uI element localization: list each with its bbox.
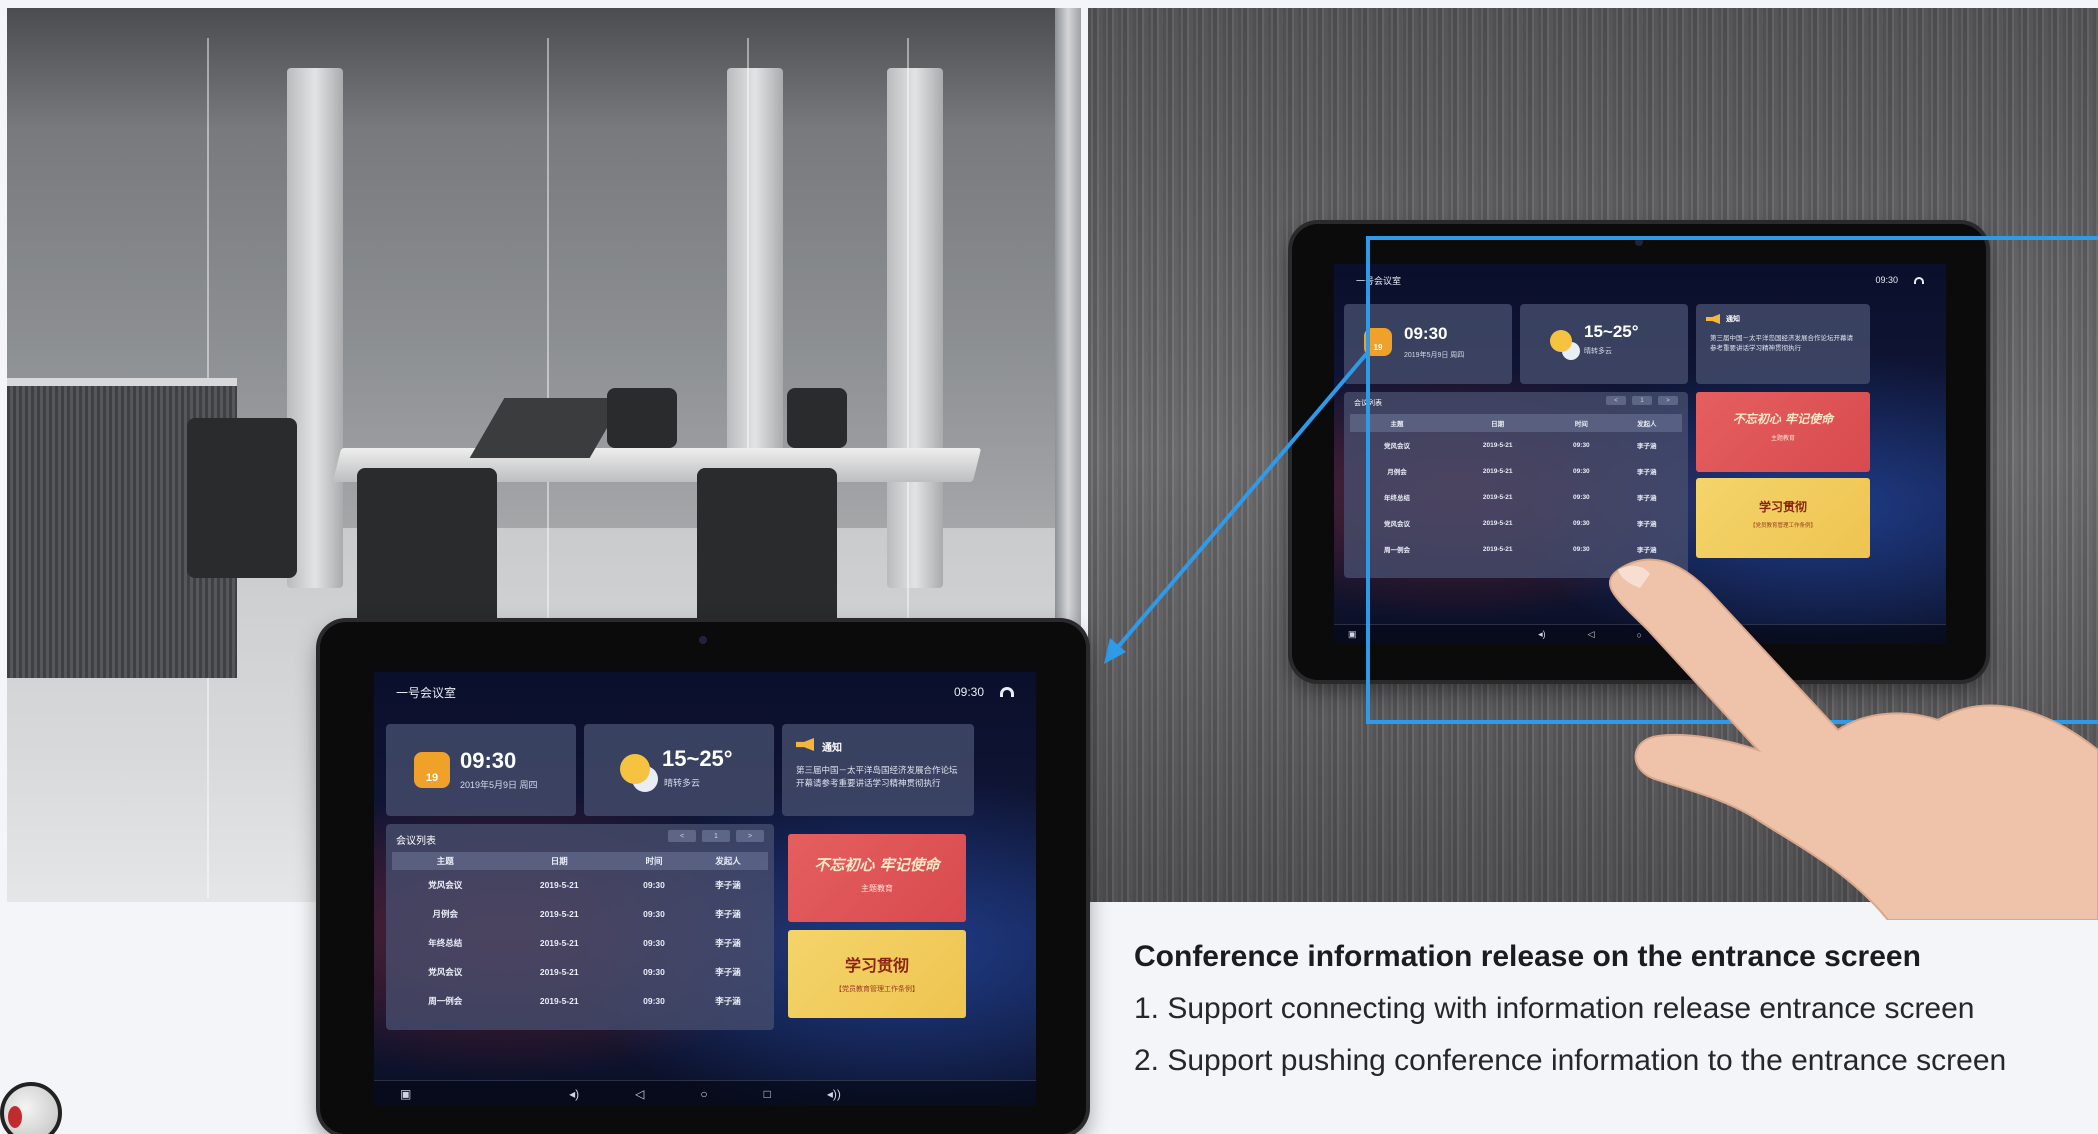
notice-card: 通知 第三届中国－太平洋岛国经济发展合作论坛开幕请参考重要讲话学习精神贯彻执行: [782, 724, 974, 816]
banner-study-sub: 【党员教育管理工作条例】: [835, 986, 919, 993]
desk-tablet-screen: 一号会议室 09:30 19 09:30 2019年5月9日 周四 15~25°…: [374, 672, 1036, 1106]
banner-study[interactable]: 学习贯彻 【党员教育管理工作条例】: [788, 930, 966, 1018]
banner-mission-headline: 不忘初心 牢记使命: [814, 856, 940, 874]
banner-study-headline: 学习贯彻: [844, 956, 909, 975]
stage: 一号会议室 09:30 19 09:30 2019年5月9日 周四 15~25°…: [0, 0, 2098, 1134]
caption-point-2: 2. Support pushing conference informatio…: [1134, 1044, 2007, 1077]
cell-time: 09:30: [643, 879, 665, 890]
table-row[interactable]: 周一例会 2019-5-21 09:30 李子涵: [392, 986, 768, 1015]
table-row[interactable]: 党风会议 2019-5-21 09:30 李子涵: [392, 957, 768, 986]
meeting-list-pager: < 1 >: [668, 830, 764, 842]
temperature-text: 15~25°: [662, 746, 733, 771]
notice-title: 通知: [822, 743, 842, 754]
cell-host: 李子涵: [715, 966, 741, 977]
room-name: 一号会议室: [396, 685, 457, 700]
calendar-icon: 19: [414, 752, 450, 788]
banner-mission-sub: 主题教育: [861, 884, 893, 893]
cell-time: 09:30: [643, 908, 665, 919]
caption-point-1: 1. Support connecting with information r…: [1134, 992, 1975, 1025]
cell-host: 李子涵: [715, 908, 741, 919]
screenshot-icon[interactable]: ▣: [1348, 629, 1357, 640]
col-header-topic: 主题: [392, 852, 499, 870]
brand-logo-icon: [0, 1082, 62, 1134]
pager-next-button[interactable]: >: [736, 830, 764, 842]
cell-time: 09:30: [643, 995, 665, 1006]
notice-body: 第三届中国－太平洋岛国经济发展合作论坛开幕请参考重要讲话学习精神贯彻执行: [796, 765, 958, 788]
time-card: 19 09:30 2019年5月9日 周四: [386, 724, 576, 816]
megaphone-icon: [796, 738, 814, 751]
meeting-list-card: 会议列表 < 1 > 主题 日期 时间 发起人 党风会议 2019-5-21 09:…: [386, 824, 774, 1030]
status-bar: 一号会议室 09:30: [374, 672, 1036, 712]
home-icon[interactable]: ○: [700, 1087, 707, 1101]
table-row[interactable]: 年终总结 2019-5-21 09:30 李子涵: [392, 928, 768, 957]
col-header-host: 发起人: [688, 852, 768, 870]
recents-icon[interactable]: □: [764, 1087, 771, 1101]
cell-topic: 党风会议: [428, 966, 463, 977]
col-header-time: 时间: [619, 852, 689, 870]
back-icon[interactable]: ◁: [635, 1087, 644, 1101]
screenshot-icon[interactable]: ▣: [400, 1087, 411, 1101]
wifi-icon: [1000, 687, 1014, 697]
volume-down-icon[interactable]: ◂): [569, 1087, 579, 1101]
cell-date: 2019-5-21: [539, 937, 579, 948]
cell-topic: 周一例会: [428, 995, 463, 1006]
weather-condition: 晴转多云: [664, 778, 701, 788]
cell-topic: 党风会议: [428, 879, 463, 890]
pager-page-button[interactable]: 1: [702, 830, 730, 842]
status-time: 09:30: [953, 685, 984, 699]
camera-dot: [699, 636, 707, 644]
date-text: 2019年5月9日 周四: [460, 780, 538, 790]
banner-mission[interactable]: 不忘初心 牢记使命 主题教育: [788, 834, 966, 922]
feature-caption: Conference information release on the en…: [1134, 940, 2084, 1096]
caption-heading: Conference information release on the en…: [1134, 940, 1921, 973]
cell-topic: 月例会: [432, 908, 459, 919]
pointing-hand: [1608, 558, 2098, 920]
pager-prev-button[interactable]: <: [668, 830, 696, 842]
clock-text: 09:30: [460, 748, 517, 773]
partly-cloudy-icon: [620, 754, 650, 784]
desk-tablet: 一号会议室 09:30 19 09:30 2019年5月9日 周四 15~25°…: [320, 622, 1086, 1134]
meeting-list-title: 会议列表: [396, 836, 436, 847]
cell-host: 李子涵: [715, 879, 741, 890]
android-navbar: ▣ ◂) ◁ ○ □ ◂)): [374, 1080, 1036, 1106]
col-header-date: 日期: [498, 852, 620, 870]
cell-date: 2019-5-21: [539, 995, 579, 1006]
meeting-table: 主题 日期 时间 发起人 党风会议 2019-5-21 09:30 李子涵 月例会 20…: [392, 852, 768, 1015]
table-row[interactable]: 党风会议 2019-5-21 09:30 李子涵: [392, 870, 768, 899]
cell-topic: 年终总结: [428, 937, 463, 948]
cell-time: 09:30: [643, 966, 665, 977]
cell-date: 2019-5-21: [539, 966, 579, 977]
volume-up-icon[interactable]: ◂)): [827, 1087, 841, 1101]
cell-host: 李子涵: [715, 995, 741, 1006]
cell-time: 09:30: [643, 937, 665, 948]
table-row[interactable]: 月例会 2019-5-21 09:30 李子涵: [392, 899, 768, 928]
weather-card: 15~25° 晴转多云: [584, 724, 774, 816]
cell-date: 2019-5-21: [539, 908, 579, 919]
cell-date: 2019-5-21: [539, 879, 579, 890]
cell-host: 李子涵: [715, 937, 741, 948]
